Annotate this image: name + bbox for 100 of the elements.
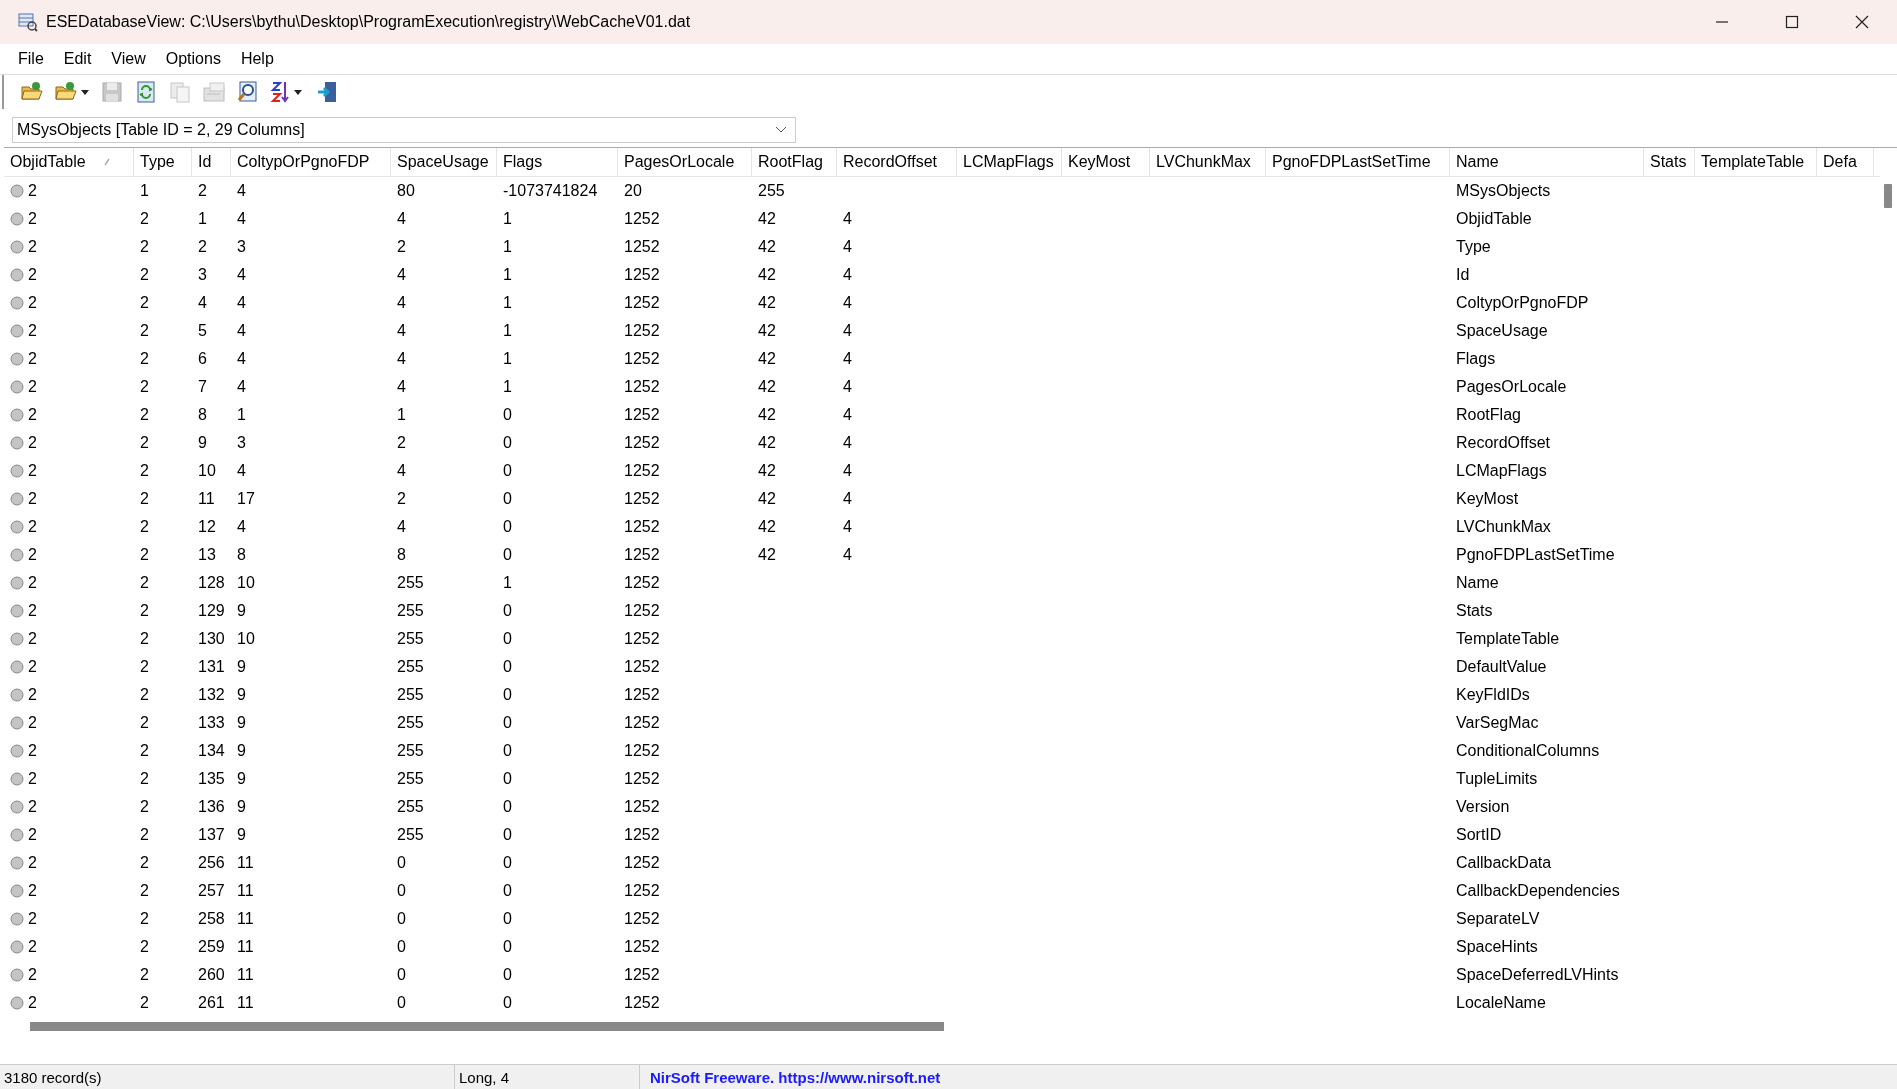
column-header[interactable]: Id (192, 148, 231, 176)
record-icon (10, 352, 24, 366)
table-cell: TupleLimits (1456, 770, 1538, 788)
table-cell: 1252 (624, 826, 660, 844)
column-header[interactable]: LCMapFlags (957, 148, 1062, 176)
record-icon (10, 576, 24, 590)
table-cell: 1252 (624, 714, 660, 732)
table-cell: 2 (140, 910, 149, 928)
table-cell: 2 (28, 994, 37, 1012)
column-header[interactable]: Flags (497, 148, 618, 176)
column-header[interactable]: PagesOrLocale (618, 148, 752, 176)
table-cell: 1252 (624, 574, 660, 592)
table-cell: 0 (503, 630, 512, 648)
menu-item[interactable]: Options (155, 50, 231, 68)
table-dropdown[interactable]: MSysObjects [Table ID = 2, 29 Columns] (12, 117, 796, 143)
column-header[interactable]: Name (1450, 148, 1644, 176)
column-header[interactable]: Stats (1644, 148, 1695, 176)
table-cell: 1252 (624, 798, 660, 816)
menu-item[interactable]: Edit (53, 50, 102, 68)
table-cell: 135 (198, 770, 225, 788)
table-cell: 1252 (624, 938, 660, 956)
table-cell: 6 (198, 350, 207, 368)
table-cell: 2 (28, 182, 37, 200)
menu-item[interactable]: File (8, 50, 54, 68)
table-cell: 4 (843, 266, 852, 284)
column-header[interactable]: ColtypOrPgnoFDP (231, 148, 391, 176)
table-cell: 42 (758, 546, 776, 564)
table-cell: 7 (198, 378, 207, 396)
website-link[interactable]: NirSoft Freeware. https://www.nirsoft.net (640, 1065, 941, 1089)
table-cell: 4 (237, 462, 246, 480)
table-cell: 4 (843, 518, 852, 536)
table-cell: 0 (503, 742, 512, 760)
table-cell: 2 (140, 658, 149, 676)
column-header[interactable]: ObjidTable (4, 148, 134, 176)
table-cell: 0 (503, 966, 512, 984)
table-cell: 2 (28, 546, 37, 564)
table-cell: -1073741824 (503, 182, 598, 200)
table-cell: 4 (397, 294, 406, 312)
table-cell: 0 (503, 714, 512, 732)
column-header[interactable]: RootFlag (752, 148, 837, 176)
table-cell: 2 (28, 462, 37, 480)
table-cell: 4 (843, 350, 852, 368)
table-cell: 2 (140, 350, 149, 368)
table-cell: 4 (237, 378, 246, 396)
table-cell: 4 (237, 294, 246, 312)
table-cell: 132 (198, 686, 225, 704)
table-cell: 11 (198, 490, 215, 508)
table-cell: 0 (503, 882, 512, 900)
table-cell: 1252 (624, 630, 660, 648)
column-header[interactable]: KeyMost (1062, 148, 1150, 176)
menu-item[interactable]: Help (230, 50, 284, 68)
table-cell: 10 (237, 630, 255, 648)
table-cell: 2 (28, 574, 37, 592)
table-cell: SeparateLV (1456, 910, 1540, 928)
table-cell: 256 (198, 854, 225, 872)
table-cell: 2 (140, 826, 149, 844)
column-header[interactable]: Type (134, 148, 192, 176)
table-cell: 4 (237, 266, 246, 284)
table-cell: KeyMost (1456, 490, 1519, 508)
table-cell: 4 (397, 462, 406, 480)
table-cell: LVChunkMax (1456, 518, 1551, 536)
table-cell: 2 (28, 518, 37, 536)
table-cell: SpaceUsage (1456, 322, 1548, 340)
column-header[interactable]: SpaceUsage (391, 148, 497, 176)
table-cell: 4 (843, 406, 852, 424)
table-cell: 0 (503, 938, 512, 956)
table-cell: 9 (237, 798, 246, 816)
table-cell: 1252 (624, 490, 660, 508)
column-header[interactable]: TemplateTable (1695, 148, 1817, 176)
table-cell: 1252 (624, 770, 660, 788)
table-cell: 255 (397, 630, 424, 648)
table-cell: 17 (237, 490, 255, 508)
table-cell: TemplateTable (1456, 630, 1560, 648)
column-header[interactable]: Defa (1817, 148, 1874, 176)
table-cell: 42 (758, 434, 776, 452)
table-cell: 9 (237, 686, 246, 704)
record-count: 3180 record(s) (0, 1065, 455, 1089)
table-cell: 42 (758, 350, 776, 368)
table-cell: 2 (397, 434, 406, 452)
table-cell: 2 (28, 294, 37, 312)
table-cell: 2 (140, 938, 149, 956)
table-cell: DefaultValue (1456, 658, 1547, 676)
column-header[interactable]: PgnoFDPLastSetTime (1266, 148, 1450, 176)
table-cell: 2 (28, 910, 37, 928)
table-cell: 4 (237, 322, 246, 340)
table-cell: SortID (1456, 826, 1502, 844)
table-cell: 4 (237, 210, 246, 228)
table-cell: 0 (503, 546, 512, 564)
table-cell: 4 (397, 350, 406, 368)
table-cell: 2 (28, 826, 37, 844)
table-cell: 11 (237, 882, 254, 900)
table-cell: 258 (198, 910, 225, 928)
table-cell: 0 (503, 910, 512, 928)
menu-item[interactable]: View (101, 50, 156, 68)
table-cell: 4 (397, 518, 406, 536)
table-cell: 42 (758, 210, 776, 228)
table-cell: 1252 (624, 546, 660, 564)
column-header[interactable]: RecordOffset (837, 148, 957, 176)
table-cell: 8 (237, 546, 246, 564)
column-header[interactable]: LVChunkMax (1150, 148, 1266, 176)
